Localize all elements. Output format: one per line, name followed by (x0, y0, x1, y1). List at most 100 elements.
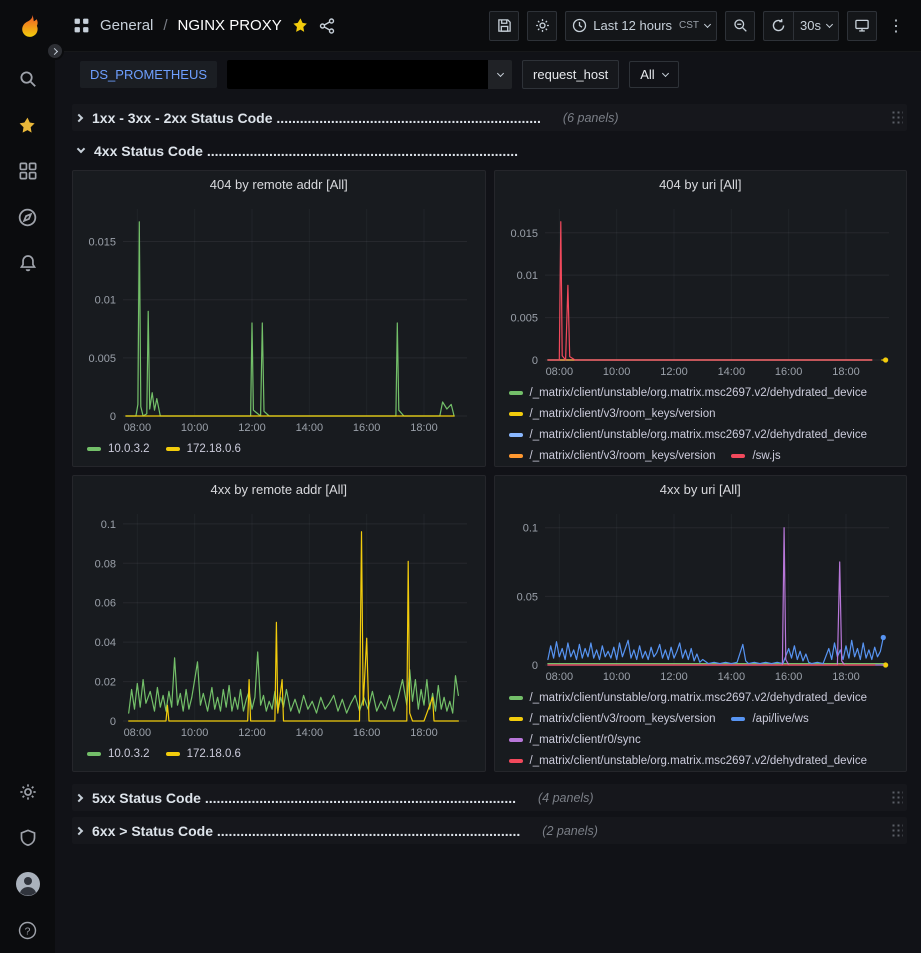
sidebar-item-profile[interactable] (0, 861, 55, 907)
chart-404-by-uri[interactable]: 08:0010:0012:0014:0016:0018:0000.0050.01… (501, 199, 901, 380)
legend-swatch (509, 759, 523, 763)
dashboard-canvas: DS_PROMETHEUS request_host All 1xx - 3xx… (55, 52, 921, 953)
legend-swatch (509, 433, 523, 437)
svg-text:0.005: 0.005 (510, 313, 538, 325)
legend-item[interactable]: /_matrix/client/v3/room_keys/version (509, 708, 716, 729)
row-5xx[interactable]: 5xx Status Code ........................… (72, 784, 907, 811)
legend: 10.0.3.2 172.18.0.6 (87, 743, 481, 767)
legend-item[interactable]: /sw.js (731, 445, 780, 462)
panel-404-by-remote-addr: 404 by remote addr [All] 08:0010:0012:00… (72, 170, 486, 467)
refresh-interval-label: 30s (800, 18, 821, 33)
panel-title[interactable]: 404 by remote addr [All] (73, 171, 485, 199)
breadcrumb-section[interactable]: General (100, 17, 153, 34)
row-panel-count: (4 panels) (538, 791, 594, 805)
cycle-view-mode-button[interactable] (847, 11, 877, 41)
zoom-out-button[interactable] (725, 11, 755, 41)
legend-label: /_matrix/client/unstable/org.matrix.msc2… (530, 387, 868, 399)
save-icon (497, 18, 512, 33)
legend-label: 10.0.3.2 (108, 443, 150, 455)
sidebar-item-alerting[interactable] (0, 240, 55, 286)
sidebar-expand-button[interactable] (46, 42, 64, 60)
svg-text:18:00: 18:00 (410, 727, 438, 739)
legend-label: /api/live/ws (752, 713, 808, 725)
panel-title[interactable]: 4xx by remote addr [All] (73, 476, 485, 504)
legend-item[interactable]: /_matrix/client/unstable/org.matrix.msc2… (509, 687, 868, 708)
sidebar: ? (0, 0, 55, 953)
panel-title[interactable]: 4xx by uri [All] (495, 476, 907, 504)
sidebar-item-server-admin[interactable] (0, 815, 55, 861)
kebab-menu-button[interactable]: ⋮ (885, 11, 907, 41)
datasource-select[interactable] (227, 60, 512, 89)
variable-request-host-label[interactable]: request_host (522, 60, 619, 89)
refresh-button[interactable] (763, 11, 793, 41)
legend-label: 172.18.0.6 (187, 748, 241, 760)
row-drag-handle[interactable] (890, 109, 903, 126)
svg-text:0.06: 0.06 (95, 598, 116, 610)
chart-4xx-by-remote-addr[interactable]: 08:0010:0012:0014:0016:0018:0000.020.040… (79, 504, 479, 741)
refresh-interval-dropdown[interactable]: 30s (793, 11, 839, 41)
svg-text:14:00: 14:00 (296, 727, 324, 739)
legend-swatch (731, 717, 745, 721)
row-1xx-3xx-2xx[interactable]: 1xx - 3xx - 2xx Status Code ............… (72, 104, 907, 131)
sidebar-item-search[interactable] (0, 56, 55, 102)
row-panel-count: (2 panels) (542, 824, 598, 838)
legend-item[interactable]: /_matrix/client/r0/sync (509, 729, 641, 750)
panel-title[interactable]: 404 by uri [All] (495, 171, 907, 199)
time-range-picker[interactable]: Last 12 hours CST (565, 11, 717, 41)
legend-item[interactable]: /_matrix/client/v3/room_keys/version (509, 403, 716, 424)
chevron-right-icon (75, 793, 83, 801)
sidebar-item-configuration[interactable] (0, 769, 55, 815)
sidebar-item-dashboards[interactable] (0, 148, 55, 194)
request-host-value: All (640, 67, 654, 82)
legend-swatch (509, 738, 523, 742)
svg-text:0: 0 (531, 355, 537, 367)
apps-grid-icon[interactable] (73, 17, 90, 34)
panel-4xx-by-uri: 4xx by uri [All] 08:0010:0012:0014:0016:… (494, 475, 908, 772)
favorite-star-icon[interactable] (292, 17, 309, 34)
svg-text:12:00: 12:00 (238, 422, 266, 434)
dashboard-settings-button[interactable] (527, 11, 557, 41)
row-6xx[interactable]: 6xx > Status Code ......................… (72, 817, 907, 844)
legend-item[interactable]: 172.18.0.6 (166, 438, 241, 459)
request-host-select[interactable]: All (629, 61, 678, 88)
monitor-icon (854, 18, 870, 33)
grafana-flame-icon (13, 13, 43, 43)
legend-swatch (509, 412, 523, 416)
variable-ds-prometheus-label[interactable]: DS_PROMETHEUS (80, 61, 217, 88)
legend-item[interactable]: /_matrix/client/v3/room_keys/version (509, 445, 716, 462)
dashboard-title[interactable]: NGINX PROXY (178, 17, 282, 34)
legend-item[interactable]: /_matrix/client/unstable/org.matrix.msc2… (509, 424, 868, 445)
save-dashboard-button[interactable] (489, 11, 519, 41)
legend-item[interactable]: /_matrix/client/unstable/org.matrix.msc2… (509, 382, 868, 403)
sidebar-item-starred[interactable] (0, 102, 55, 148)
row-4xx[interactable]: 4xx Status Code ........................… (72, 137, 907, 164)
gear-icon (535, 18, 550, 33)
legend-item[interactable]: /api/live/ws (731, 708, 808, 729)
svg-text:08:00: 08:00 (545, 671, 573, 683)
legend-item[interactable]: 10.0.3.2 (87, 743, 150, 764)
legend-label: /_matrix/client/v3/room_keys/version (530, 713, 716, 725)
legend: 10.0.3.2 172.18.0.6 (87, 438, 481, 462)
legend-item[interactable]: 172.18.0.6 (166, 743, 241, 764)
legend-item[interactable]: 10.0.3.2 (87, 438, 150, 459)
legend-label: /_matrix/client/v3/room_keys/version (530, 408, 716, 420)
sidebar-item-explore[interactable] (0, 194, 55, 240)
chart-404-by-remote-addr[interactable]: 08:0010:0012:0014:0016:0018:0000.0050.01… (79, 199, 479, 436)
svg-text:16:00: 16:00 (353, 422, 381, 434)
datasource-value-redacted (227, 60, 488, 89)
chevron-down-icon (77, 145, 85, 153)
user-avatar (15, 871, 41, 897)
chevron-down-icon (496, 69, 503, 76)
sidebar-item-help[interactable]: ? (0, 907, 55, 953)
row-drag-handle[interactable] (890, 822, 903, 839)
refresh-controls: 30s (763, 11, 839, 41)
chart-4xx-by-uri[interactable]: 08:0010:0012:0014:0016:0018:0000.050.1 (501, 504, 901, 685)
legend-item[interactable]: /_matrix/client/unstable/org.matrix.msc2… (509, 750, 868, 767)
variables-bar: DS_PROMETHEUS request_host All (72, 52, 907, 99)
share-icon[interactable] (319, 18, 335, 34)
svg-text:16:00: 16:00 (353, 727, 381, 739)
svg-text:0: 0 (110, 411, 116, 423)
row-drag-handle[interactable] (890, 789, 903, 806)
svg-text:12:00: 12:00 (660, 366, 688, 378)
legend-swatch (509, 454, 523, 458)
